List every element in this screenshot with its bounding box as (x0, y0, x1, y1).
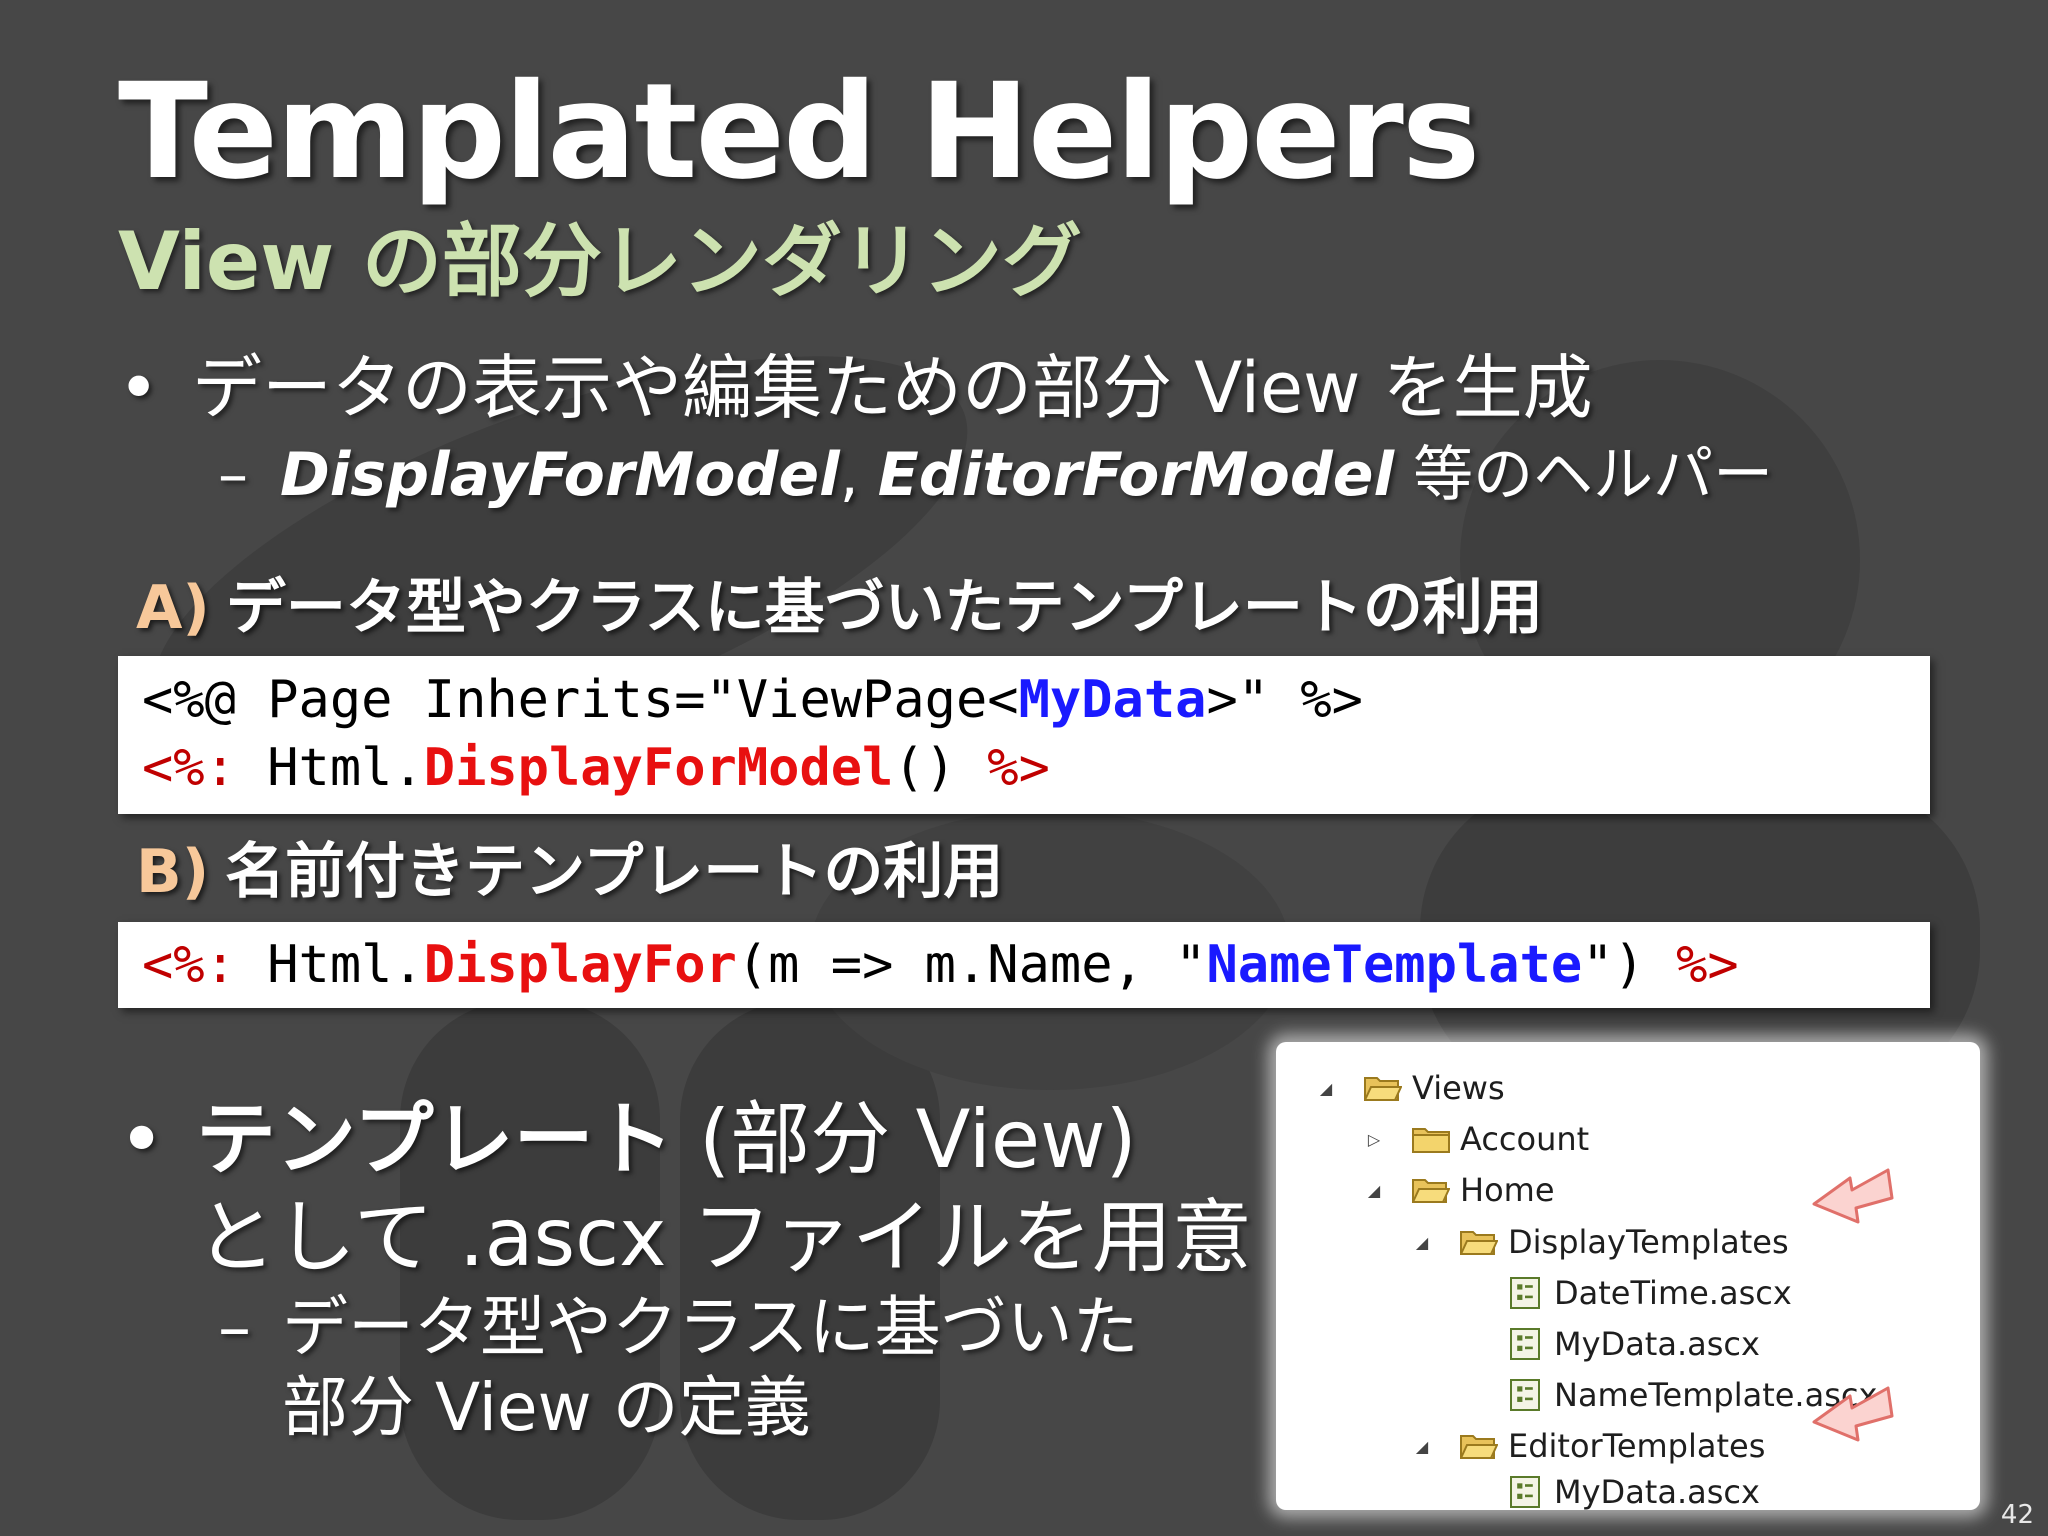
code-close-tag: %> (987, 738, 1050, 798)
ascx-file-icon (1510, 1277, 1540, 1309)
expander-expanded-icon[interactable]: ◢ (1316, 1079, 1336, 1098)
section-b-heading: B) 名前付きテンプレートの利用 (136, 836, 1003, 908)
solution-explorer-tree: ◢ Views ▷ Account ◢ Home ◢ DisplayTempla… (1276, 1042, 1980, 1511)
separator: , (839, 440, 878, 510)
tree-item-home[interactable]: ◢ Home (1364, 1168, 1555, 1212)
slide-subtitle: View の部分レンダリング (118, 215, 1082, 308)
tree-item-displaytemplates[interactable]: ◢ DisplayTemplates (1412, 1220, 1789, 1264)
tree-item-views[interactable]: ◢ Views (1316, 1066, 1505, 1110)
tree-item-account[interactable]: ▷ Account (1364, 1117, 1589, 1161)
bullet-template-files: • テンプレート (部分 View) (118, 1092, 1137, 1188)
folder-open-icon (1460, 1435, 1498, 1459)
code-block-b: <%: Html.DisplayFor(m => m.Name, "NameTe… (118, 922, 1930, 1008)
tree-item-editortemplates[interactable]: ◢ EditorTemplates (1412, 1424, 1766, 1468)
ascx-file-icon (1510, 1328, 1540, 1360)
code-line: <%: Html.DisplayForModel() %> (142, 734, 1906, 802)
tree-item-label: DisplayTemplates (1508, 1223, 1789, 1261)
dash-marker: – (218, 440, 248, 510)
sub-bullet-definition: – データ型やクラスに基づいた (218, 1288, 1139, 1368)
tree-item-label: MyData.ascx (1554, 1325, 1760, 1363)
code-method-name: DisplayFor (423, 935, 737, 995)
bullet-marker: • (118, 1093, 166, 1186)
code-token: >" %> (1206, 670, 1363, 730)
code-line: <%@ Page Inherits="ViewPage<MyData>" %> (142, 666, 1906, 734)
expander-expanded-icon[interactable]: ◢ (1364, 1181, 1384, 1200)
section-a-heading: A) データ型やクラスに基づいたテンプレートの利用 (136, 572, 1543, 644)
code-method-name: DisplayForModel (423, 738, 894, 798)
bullet-text: データの表示や編集ための部分 View を生成 (192, 347, 1593, 429)
sub-bullet-helpers: – DisplayForModel, EditorForModel 等のヘルパー (218, 438, 1773, 512)
code-line: <%: Html.DisplayFor(m => m.Name, "NameTe… (142, 931, 1906, 999)
section-b-letter: B) (136, 837, 210, 907)
tree-item-label: MyData.ascx (1554, 1473, 1760, 1511)
tree-item-editor-mydata-ascx[interactable]: MyData.ascx (1510, 1473, 1760, 1511)
code-open-tag: <%: (142, 935, 236, 995)
folder-icon (1412, 1128, 1450, 1153)
folder-open-icon (1364, 1077, 1402, 1101)
tree-item-label: EditorTemplates (1508, 1427, 1766, 1465)
dash-marker: – (218, 1289, 251, 1366)
tree-item-datetime-ascx[interactable]: DateTime.ascx (1510, 1271, 1792, 1315)
sub-bullet-rest: 等のヘルパー (1394, 440, 1774, 510)
tree-item-label: Account (1460, 1120, 1590, 1158)
tree-item-label: DateTime.ascx (1554, 1274, 1792, 1312)
ascx-file-icon (1510, 1476, 1540, 1508)
section-b-text: 名前付きテンプレートの利用 (225, 837, 1004, 907)
code-block-a: <%@ Page Inherits="ViewPage<MyData>" %> <… (118, 656, 1930, 814)
section-a-letter: A) (136, 573, 210, 643)
helper-name-editor: EditorForModel (877, 440, 1395, 510)
sub-bullet-definition-line2: 部分 View の定義 (282, 1369, 811, 1446)
page-number: 42 (2000, 1500, 2034, 1530)
helper-name-display: DisplayForModel (280, 440, 840, 510)
sub-bullet-text: データ型やクラスに基づいた (282, 1289, 1139, 1366)
slide-title: Templated Helpers (118, 55, 1480, 209)
bullet-generate-partial-view: • データの表示や編集ための部分 View を生成 (118, 346, 1593, 430)
folder-open-icon (1412, 1179, 1450, 1203)
tree-item-label: Home (1460, 1171, 1555, 1209)
code-token: Html. (235, 935, 424, 995)
pointer-arrow-icon (1812, 1386, 1894, 1442)
code-token: (m => m.Name, " (736, 935, 1207, 995)
section-a-text: データ型やクラスに基づいたテンプレートの利用 (225, 573, 1543, 643)
code-template-name: NameTemplate (1206, 935, 1583, 995)
code-token: Html. (235, 738, 424, 798)
expander-expanded-icon[interactable]: ◢ (1412, 1437, 1432, 1456)
code-close-tag: %> (1676, 935, 1739, 995)
bullet-marker: • (118, 347, 160, 429)
expander-collapsed-icon[interactable]: ▷ (1364, 1130, 1384, 1149)
code-token: <%@ Page Inherits="ViewPage< (142, 670, 1019, 730)
folder-open-icon (1460, 1231, 1498, 1255)
bullet-template-files-line2: として .ascx ファイルを用意 (196, 1191, 1252, 1284)
code-open-tag: <%: (142, 738, 236, 798)
code-token: ") (1582, 935, 1677, 995)
tree-item-mydata-ascx[interactable]: MyData.ascx (1510, 1322, 1760, 1366)
tree-item-label: Views (1412, 1069, 1505, 1107)
pointer-arrow-icon (1812, 1168, 1894, 1224)
ascx-file-icon (1510, 1379, 1540, 1411)
bullet-strong-text: テンプレート (196, 1093, 674, 1186)
expander-expanded-icon[interactable]: ◢ (1412, 1233, 1432, 1252)
code-token: () (893, 738, 988, 798)
bullet-rest-text: (部分 View) (673, 1093, 1137, 1186)
code-type-name: MyData (1018, 670, 1207, 730)
